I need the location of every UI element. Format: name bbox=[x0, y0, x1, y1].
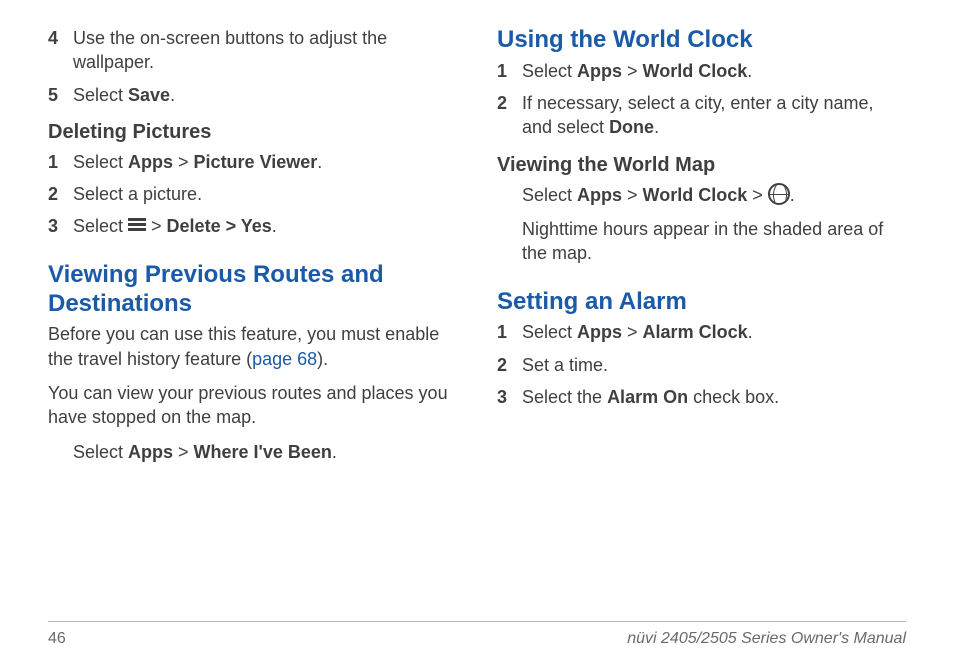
paragraph: Select Apps > Where I've Been. bbox=[48, 440, 457, 464]
step-text: Select > Delete > Yes. bbox=[73, 214, 457, 238]
step-text: Select Apps > Alarm Clock. bbox=[522, 320, 906, 344]
manual-title: nüvi 2405/2505 Series Owner's Manual bbox=[627, 630, 906, 648]
step-text: Select a picture. bbox=[73, 182, 457, 206]
list-item: 3 Select > Delete > Yes. bbox=[48, 214, 457, 238]
paragraph: You can view your previous routes and pl… bbox=[48, 381, 457, 430]
step-number: 4 bbox=[48, 26, 73, 75]
step-number: 2 bbox=[497, 353, 522, 377]
paragraph: Before you can use this feature, you mus… bbox=[48, 322, 457, 371]
right-column: Using the World Clock 1 Select Apps > Wo… bbox=[497, 26, 906, 571]
list-item: 5 Select Save. bbox=[48, 83, 457, 107]
list-item: 1 Select Apps > Picture Viewer. bbox=[48, 150, 457, 174]
step-number: 1 bbox=[497, 59, 522, 83]
step-text: Select Save. bbox=[73, 83, 457, 107]
paragraph: Select Apps > World Clock > . bbox=[497, 183, 906, 207]
step-text: If necessary, select a city, enter a cit… bbox=[522, 91, 906, 140]
globe-icon bbox=[768, 183, 790, 205]
list-item: 3 Select the Alarm On check box. bbox=[497, 385, 906, 409]
list-item: 2 Select a picture. bbox=[48, 182, 457, 206]
step-number: 5 bbox=[48, 83, 73, 107]
step-text: Select Apps > Picture Viewer. bbox=[73, 150, 457, 174]
heading-world-clock: Using the World Clock bbox=[497, 26, 906, 55]
paragraph: Nighttime hours appear in the shaded are… bbox=[497, 217, 906, 266]
page-footer: 46 nüvi 2405/2505 Series Owner's Manual bbox=[48, 621, 906, 648]
left-column: 4 Use the on-screen buttons to adjust th… bbox=[48, 26, 457, 571]
page-number: 46 bbox=[48, 630, 66, 648]
subheading-deleting-pictures: Deleting Pictures bbox=[48, 121, 457, 144]
step-text: Select the Alarm On check box. bbox=[522, 385, 906, 409]
heading-previous-routes: Viewing Previous Routes and Destinations bbox=[48, 261, 457, 319]
step-text: Select Apps > World Clock. bbox=[522, 59, 906, 83]
step-number: 2 bbox=[497, 91, 522, 140]
subheading-world-map: Viewing the World Map bbox=[497, 154, 906, 177]
link-page-68[interactable]: page 68 bbox=[252, 349, 317, 369]
step-number: 3 bbox=[497, 385, 522, 409]
step-number: 1 bbox=[48, 150, 73, 174]
list-item: 2 If necessary, select a city, enter a c… bbox=[497, 91, 906, 140]
menu-icon bbox=[128, 216, 146, 233]
heading-setting-alarm: Setting an Alarm bbox=[497, 288, 906, 317]
step-number: 2 bbox=[48, 182, 73, 206]
step-number: 3 bbox=[48, 214, 73, 238]
step-text: Use the on-screen buttons to adjust the … bbox=[73, 26, 457, 75]
list-item: 4 Use the on-screen buttons to adjust th… bbox=[48, 26, 457, 75]
content-columns: 4 Use the on-screen buttons to adjust th… bbox=[48, 26, 906, 571]
step-number: 1 bbox=[497, 320, 522, 344]
step-text: Set a time. bbox=[522, 353, 906, 377]
list-item: 2 Set a time. bbox=[497, 353, 906, 377]
list-item: 1 Select Apps > Alarm Clock. bbox=[497, 320, 906, 344]
list-item: 1 Select Apps > World Clock. bbox=[497, 59, 906, 83]
